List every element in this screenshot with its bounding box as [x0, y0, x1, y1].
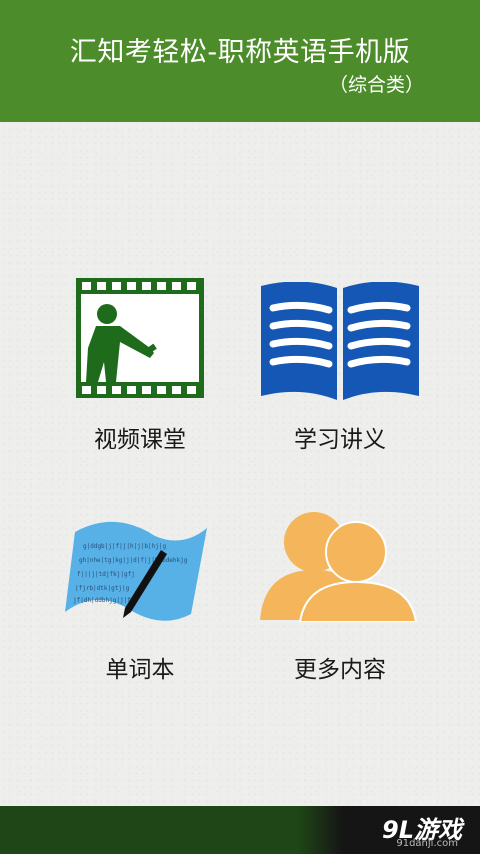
study-notes-label: 学习讲义	[294, 427, 386, 453]
open-book-icon	[261, 282, 419, 400]
study-notes-button[interactable]: 学习讲义	[240, 278, 440, 454]
wordbook-line-3: f|||j|tdjfkj|gfj	[77, 571, 135, 578]
app-subtitle: （综合类）	[328, 74, 424, 96]
app-header: 汇知考轻松-职称英语手机版 （综合类）	[0, 0, 480, 122]
video-lecture-label: 视频课堂	[94, 427, 186, 453]
watermark-url: 91danji.com	[396, 838, 458, 849]
wordbook-line-2: gh|nhe|tg|kg|j|d|f|j|h|bdehkjg	[79, 557, 188, 564]
people-icon	[260, 512, 418, 622]
more-content-button[interactable]: 更多内容	[240, 508, 440, 684]
wordbook-button[interactable]: g|ddgb|j|f|j|h|j|b|hj|g gh|nhe|tg|kg|j|d…	[40, 508, 240, 684]
watermark: 9L游戏 91danji.com	[298, 806, 480, 854]
wordbook-line-5: jf|dh|ddbhjg|j|f	[73, 597, 131, 604]
footer-bar: 9L游戏 91danji.com	[0, 806, 480, 854]
wordbook-pen-icon: g|ddgb|j|f|j|h|j|b|hj|g gh|nhe|tg|kg|j|d…	[65, 521, 207, 621]
wordbook-line-1: g|ddgb|j|f|j|h|j|b|hj|g	[83, 543, 166, 550]
wordbook-label: 单词本	[105, 657, 175, 683]
more-content-label: 更多内容	[294, 657, 386, 683]
app-title: 汇知考轻松-职称英语手机版	[69, 37, 411, 68]
video-lecture-button[interactable]: 视频课堂	[40, 278, 240, 454]
film-lecture-icon	[76, 278, 204, 398]
wordbook-line-4: |fjrb|dtk|gtj|g	[75, 585, 130, 592]
